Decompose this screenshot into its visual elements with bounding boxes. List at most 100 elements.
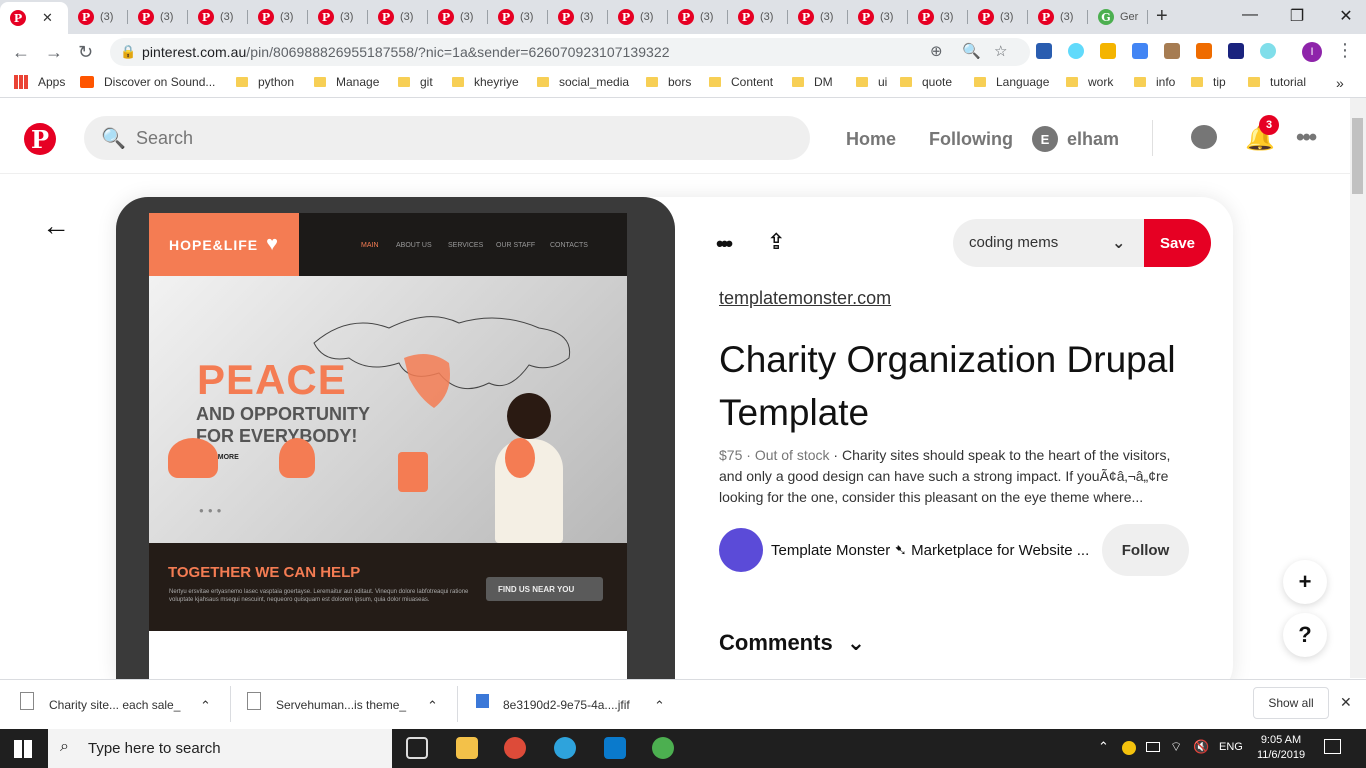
pin-more-options-icon[interactable]: •••	[716, 231, 733, 257]
author-name-link[interactable]: Template Monster ➷ Marketplace for Websi…	[771, 541, 1089, 559]
bookmark-item[interactable]: git	[398, 75, 433, 89]
extension-icon[interactable]	[1228, 43, 1244, 59]
volume-muted-icon[interactable]: 🔇	[1193, 739, 1209, 755]
browser-tab[interactable]: P (3)	[308, 4, 368, 30]
battery-icon[interactable]	[1146, 742, 1160, 752]
download-item[interactable]: 8e3190d2-9e75-4a....jfif	[503, 698, 630, 712]
close-downloads-icon[interactable]: ✕	[1340, 694, 1352, 711]
wifi-icon[interactable]: ⌔	[1170, 739, 1182, 755]
bookmark-item[interactable]: Language	[974, 75, 1049, 89]
add-plus-icon[interactable]: +	[1283, 560, 1327, 604]
minimize-icon[interactable]: —	[1240, 6, 1260, 24]
save-button[interactable]: Save	[1144, 219, 1211, 267]
bookmark-item[interactable]: DM	[792, 75, 833, 89]
chevron-up-icon[interactable]: ⌃	[654, 698, 665, 714]
window-close-icon[interactable]: ✕	[1336, 6, 1356, 26]
more-bookmarks-chevron-icon[interactable]: »	[1336, 75, 1344, 91]
bookmark-apps[interactable]: Apps	[14, 75, 65, 89]
comments-heading[interactable]: Comments ⌄	[719, 630, 865, 656]
download-item[interactable]: Charity site... each sale_	[49, 698, 180, 712]
file-explorer-icon[interactable]	[456, 737, 478, 759]
browser-tab[interactable]: P (3)	[548, 4, 608, 30]
react-extension-icon[interactable]	[1260, 43, 1276, 59]
browser-tab[interactable]: P (3)	[128, 4, 188, 30]
react-extension-icon[interactable]	[1068, 43, 1084, 59]
bookmark-item[interactable]: info	[1134, 75, 1175, 89]
bookmark-item[interactable]: Discover on Sound...	[80, 75, 215, 89]
browser-tab[interactable]: P (3)	[728, 4, 788, 30]
browser-tab[interactable]: P (3)	[1028, 4, 1088, 30]
task-view-icon[interactable]	[406, 737, 428, 759]
add-icon[interactable]: ⊕	[930, 42, 943, 60]
windows-start-icon[interactable]	[14, 740, 32, 758]
chevron-up-icon[interactable]: ⌃	[200, 698, 211, 714]
extension-icon[interactable]	[1196, 43, 1212, 59]
chrome-icon[interactable]	[504, 737, 526, 759]
app-icon[interactable]	[652, 737, 674, 759]
bookmark-item[interactable]: work	[1066, 75, 1113, 89]
download-item[interactable]: Servehuman...is theme_	[276, 698, 406, 712]
bookmark-item[interactable]: python	[236, 75, 294, 89]
bookmark-item[interactable]: quote	[900, 75, 952, 89]
browser-tab[interactable]: P (3)	[68, 4, 128, 30]
browser-tab[interactable]: P (3)	[908, 4, 968, 30]
lock-icon[interactable]: 🔒	[120, 44, 136, 60]
browser-tab[interactable]: P (3)	[668, 4, 728, 30]
chevron-up-icon[interactable]: ⌃	[427, 698, 438, 714]
extension-icon[interactable]	[1164, 43, 1180, 59]
browser-tab[interactable]: P (3)	[248, 4, 308, 30]
share-upload-icon[interactable]: ⇪	[767, 229, 785, 255]
follow-button[interactable]: Follow	[1102, 524, 1189, 576]
pin-source-link[interactable]: templatemonster.com	[719, 288, 891, 309]
browser-tab-active[interactable]: P ✕	[0, 2, 68, 34]
browser-tab[interactable]: P (3)	[848, 4, 908, 30]
browser-tab[interactable]: P (3)	[968, 4, 1028, 30]
vscode-icon[interactable]	[604, 737, 626, 759]
telegram-icon[interactable]	[554, 737, 576, 759]
author-avatar[interactable]	[719, 528, 763, 572]
bookmark-item[interactable]: tip	[1191, 75, 1226, 89]
browser-tab[interactable]: P (3)	[608, 4, 668, 30]
bookmark-item[interactable]: tutorial	[1248, 75, 1306, 89]
back-arrow-icon[interactable]: ←	[42, 210, 70, 242]
tab-close-icon[interactable]: ✕	[42, 10, 53, 26]
browser-tab[interactable]: P (3)	[368, 4, 428, 30]
chevron-down-icon[interactable]: ⌄	[1112, 233, 1125, 253]
bookmark-item[interactable]: Manage	[314, 75, 379, 89]
chrome-menu-icon[interactable]: ⋮	[1336, 40, 1354, 61]
browser-tab[interactable]: P (3)	[788, 4, 848, 30]
zoom-icon[interactable]: 🔍	[962, 42, 981, 60]
browser-tab[interactable]: G Ger	[1088, 4, 1148, 30]
scrollbar-thumb[interactable]	[1352, 118, 1363, 194]
messages-bubble-icon[interactable]	[1191, 125, 1217, 149]
profile-avatar[interactable]: I	[1302, 42, 1322, 62]
browser-tab[interactable]: P (3)	[428, 4, 488, 30]
user-name-link[interactable]: elham	[1067, 129, 1119, 150]
forward-arrow-icon[interactable]: →	[45, 42, 63, 63]
chevron-up-icon[interactable]: ⌃	[1098, 739, 1109, 755]
notification-center-icon[interactable]	[1324, 739, 1341, 754]
language-indicator[interactable]: ENG	[1219, 741, 1243, 753]
user-avatar[interactable]: E	[1032, 126, 1058, 152]
url-text[interactable]: pinterest.com.au/pin/806988826955187558/…	[142, 44, 670, 60]
back-arrow-icon[interactable]: ←	[12, 42, 30, 63]
bookmark-item[interactable]: Content	[709, 75, 773, 89]
tray-app-icon[interactable]	[1122, 741, 1136, 755]
bookmark-item[interactable]: bors	[646, 75, 691, 89]
nav-home-link[interactable]: Home	[846, 129, 896, 150]
nav-following-link[interactable]: Following	[929, 129, 1013, 150]
extension-icon[interactable]	[1036, 43, 1052, 59]
bookmark-star-icon[interactable]: ☆	[994, 42, 1007, 60]
browser-tab[interactable]: P (3)	[188, 4, 248, 30]
taskbar-clock[interactable]: 9:05 AM 11/6/2019	[1248, 733, 1314, 763]
bookmark-item[interactable]: social_media	[537, 75, 629, 89]
maximize-icon[interactable]: ❐	[1287, 6, 1307, 26]
browser-tab[interactable]: P (3)	[488, 4, 548, 30]
reload-icon[interactable]: ↻	[78, 42, 93, 63]
extension-ro-icon[interactable]	[1100, 43, 1116, 59]
translate-extension-icon[interactable]	[1132, 43, 1148, 59]
help-question-icon[interactable]: ?	[1283, 613, 1327, 657]
new-tab-plus-icon[interactable]: +	[1156, 5, 1168, 28]
bookmark-item[interactable]: ui	[856, 75, 887, 89]
more-options-icon[interactable]: •••	[1296, 124, 1317, 152]
